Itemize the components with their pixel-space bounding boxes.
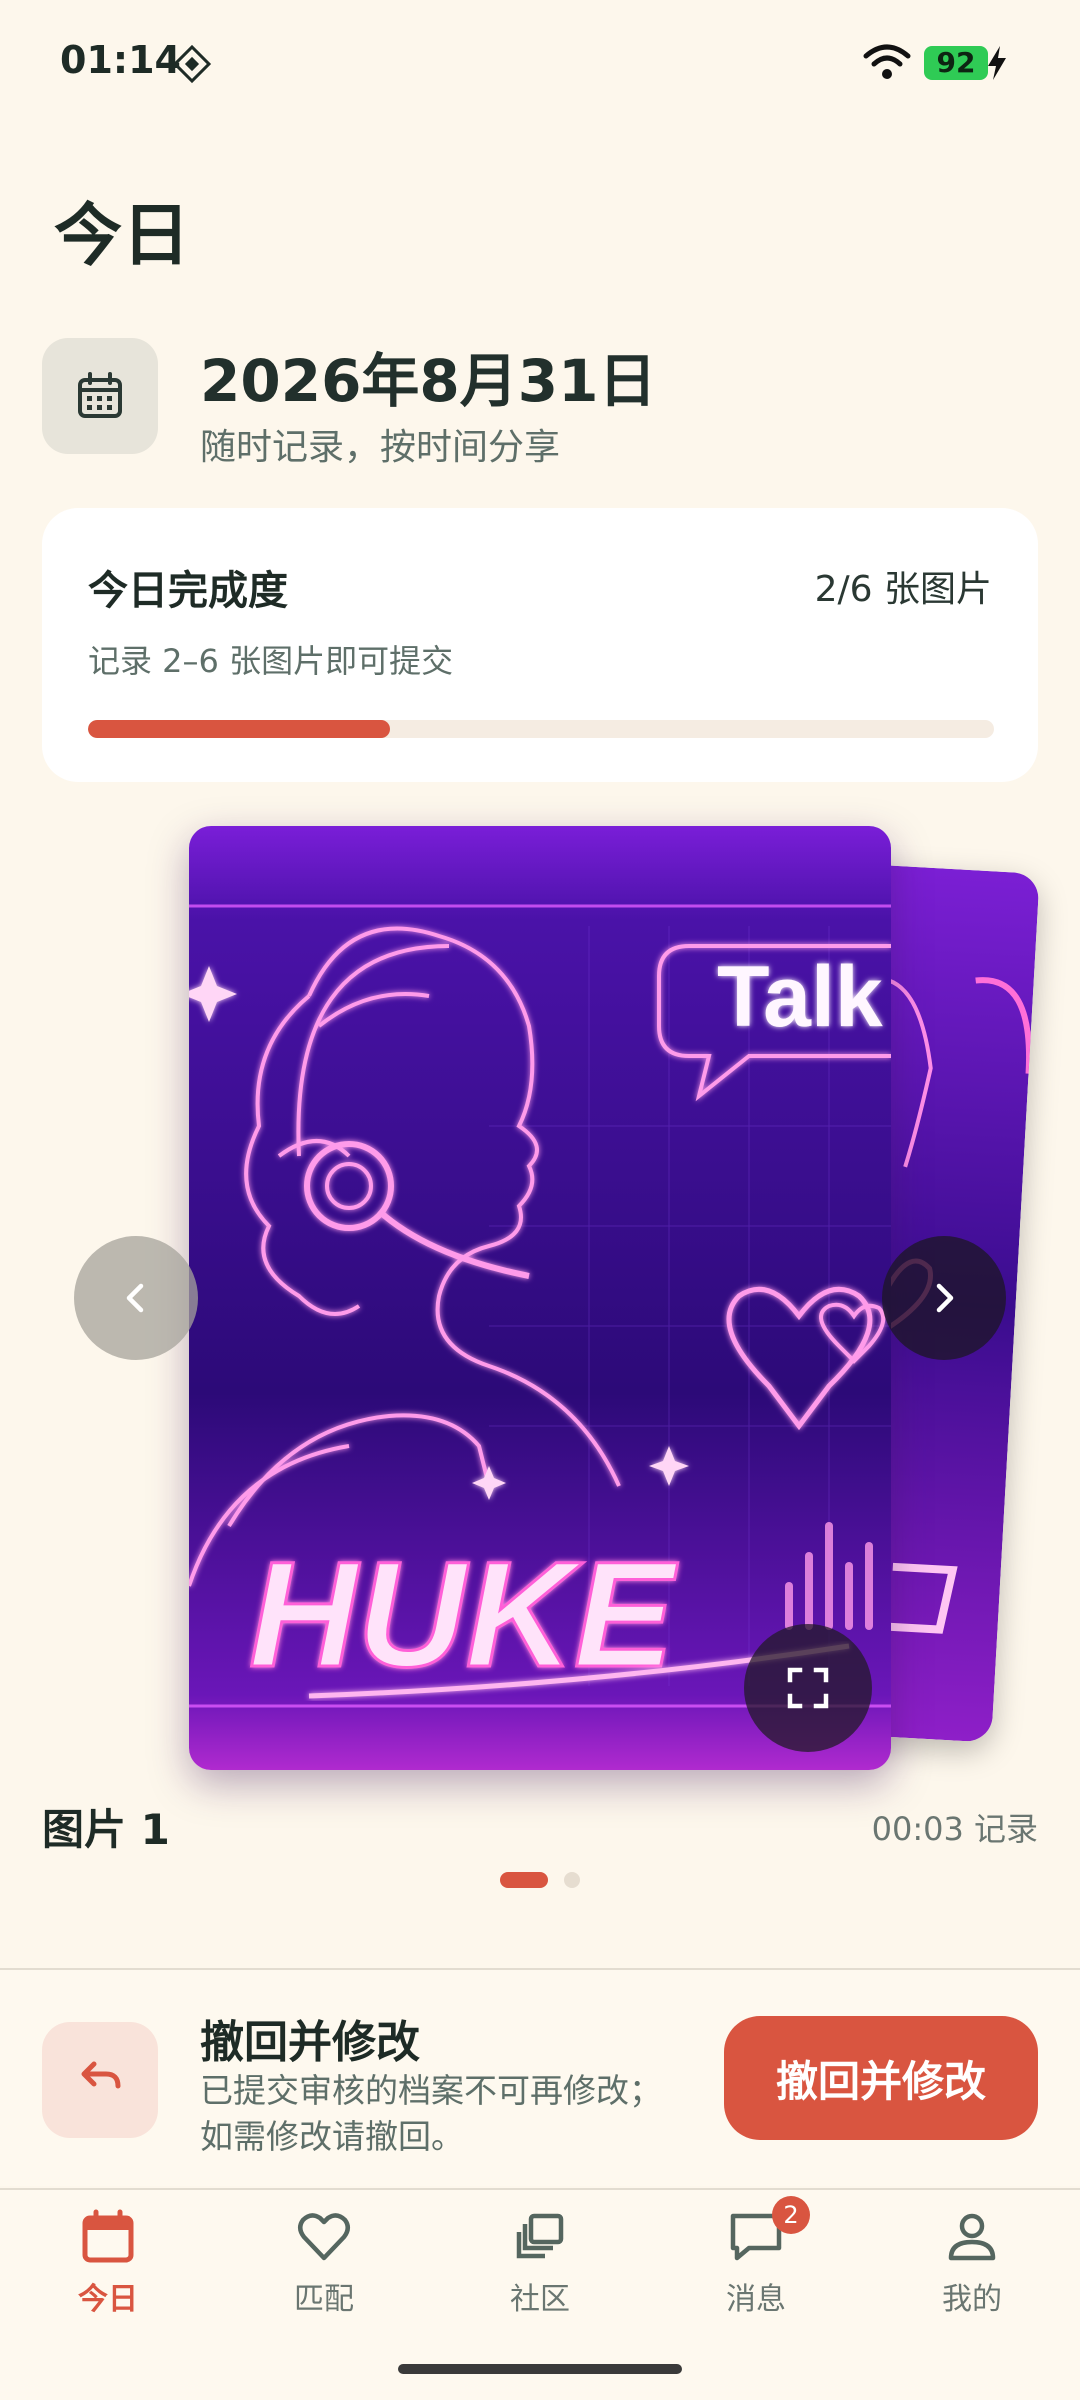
tab-label: 今日 bbox=[78, 2282, 138, 2317]
home-indicator[interactable] bbox=[398, 2364, 682, 2374]
poster-bubble-text: Talk bbox=[717, 949, 883, 1045]
progress-count: 2/6 张图片 bbox=[814, 569, 992, 610]
undo-icon bbox=[81, 2061, 121, 2089]
page-title: 今日 bbox=[54, 197, 191, 276]
tab-label: 匹配 bbox=[294, 2282, 354, 2317]
tab-messages[interactable]: 消息 bbox=[648, 2208, 864, 2318]
progress-hint: 记录 2–6 张图片即可提交 bbox=[88, 642, 454, 680]
person-icon bbox=[948, 2213, 996, 2261]
chevron-right-icon bbox=[936, 1283, 954, 1313]
progress-title: 今日完成度 bbox=[88, 568, 288, 614]
stack-icon bbox=[516, 2213, 564, 2259]
banner-title: 撤回并修改 bbox=[200, 2017, 420, 2068]
image-time: 00:03 记录 bbox=[871, 1810, 1038, 1848]
previous-image-button[interactable] bbox=[74, 1236, 198, 1360]
tab-community[interactable]: 社区 bbox=[432, 2208, 648, 2318]
calendar-icon bbox=[82, 2209, 134, 2263]
calendar-icon bbox=[78, 372, 122, 418]
carousel-dot[interactable] bbox=[564, 1872, 580, 1888]
undo-tile bbox=[42, 2022, 158, 2138]
revert-and-edit-button[interactable]: 撤回并修改 bbox=[724, 2016, 1038, 2140]
tab-label: 社区 bbox=[510, 2282, 570, 2317]
battery-indicator: 92 bbox=[924, 46, 988, 80]
poster-brand-text: HUKE bbox=[249, 1530, 678, 1698]
wifi-icon bbox=[863, 44, 911, 79]
tab-label: 消息 bbox=[726, 2282, 786, 2317]
status-time: 01:14 bbox=[60, 38, 181, 82]
progress-bar bbox=[88, 720, 994, 738]
banner-description: 已提交审核的档案不可再修改；如需修改请撤回。 bbox=[200, 2071, 662, 2156]
chevron-left-icon bbox=[126, 1283, 144, 1313]
next-image-button[interactable] bbox=[882, 1236, 1006, 1360]
unread-badge: 2 bbox=[772, 2196, 810, 2234]
charging-bolt-icon bbox=[988, 46, 1006, 80]
fullscreen-icon bbox=[787, 1667, 829, 1709]
tab-profile[interactable]: 我的 bbox=[864, 2208, 1080, 2318]
carousel-dot-active[interactable] bbox=[500, 1872, 548, 1888]
date-subtitle: 随时记录，按时间分享 bbox=[200, 427, 561, 468]
tab-today[interactable]: 今日 bbox=[0, 2208, 216, 2318]
progress-bar-fill bbox=[88, 720, 390, 738]
notification-diamond-icon bbox=[172, 44, 212, 84]
heart-icon bbox=[298, 2213, 350, 2261]
tab-label: 我的 bbox=[942, 2282, 1002, 2317]
tab-match[interactable]: 匹配 bbox=[216, 2208, 432, 2318]
date-title: 2026年8月31日 bbox=[200, 347, 657, 415]
fullscreen-button[interactable] bbox=[744, 1624, 872, 1752]
image-label: 图片 1 bbox=[42, 1805, 170, 1854]
calendar-tile[interactable] bbox=[42, 338, 158, 454]
